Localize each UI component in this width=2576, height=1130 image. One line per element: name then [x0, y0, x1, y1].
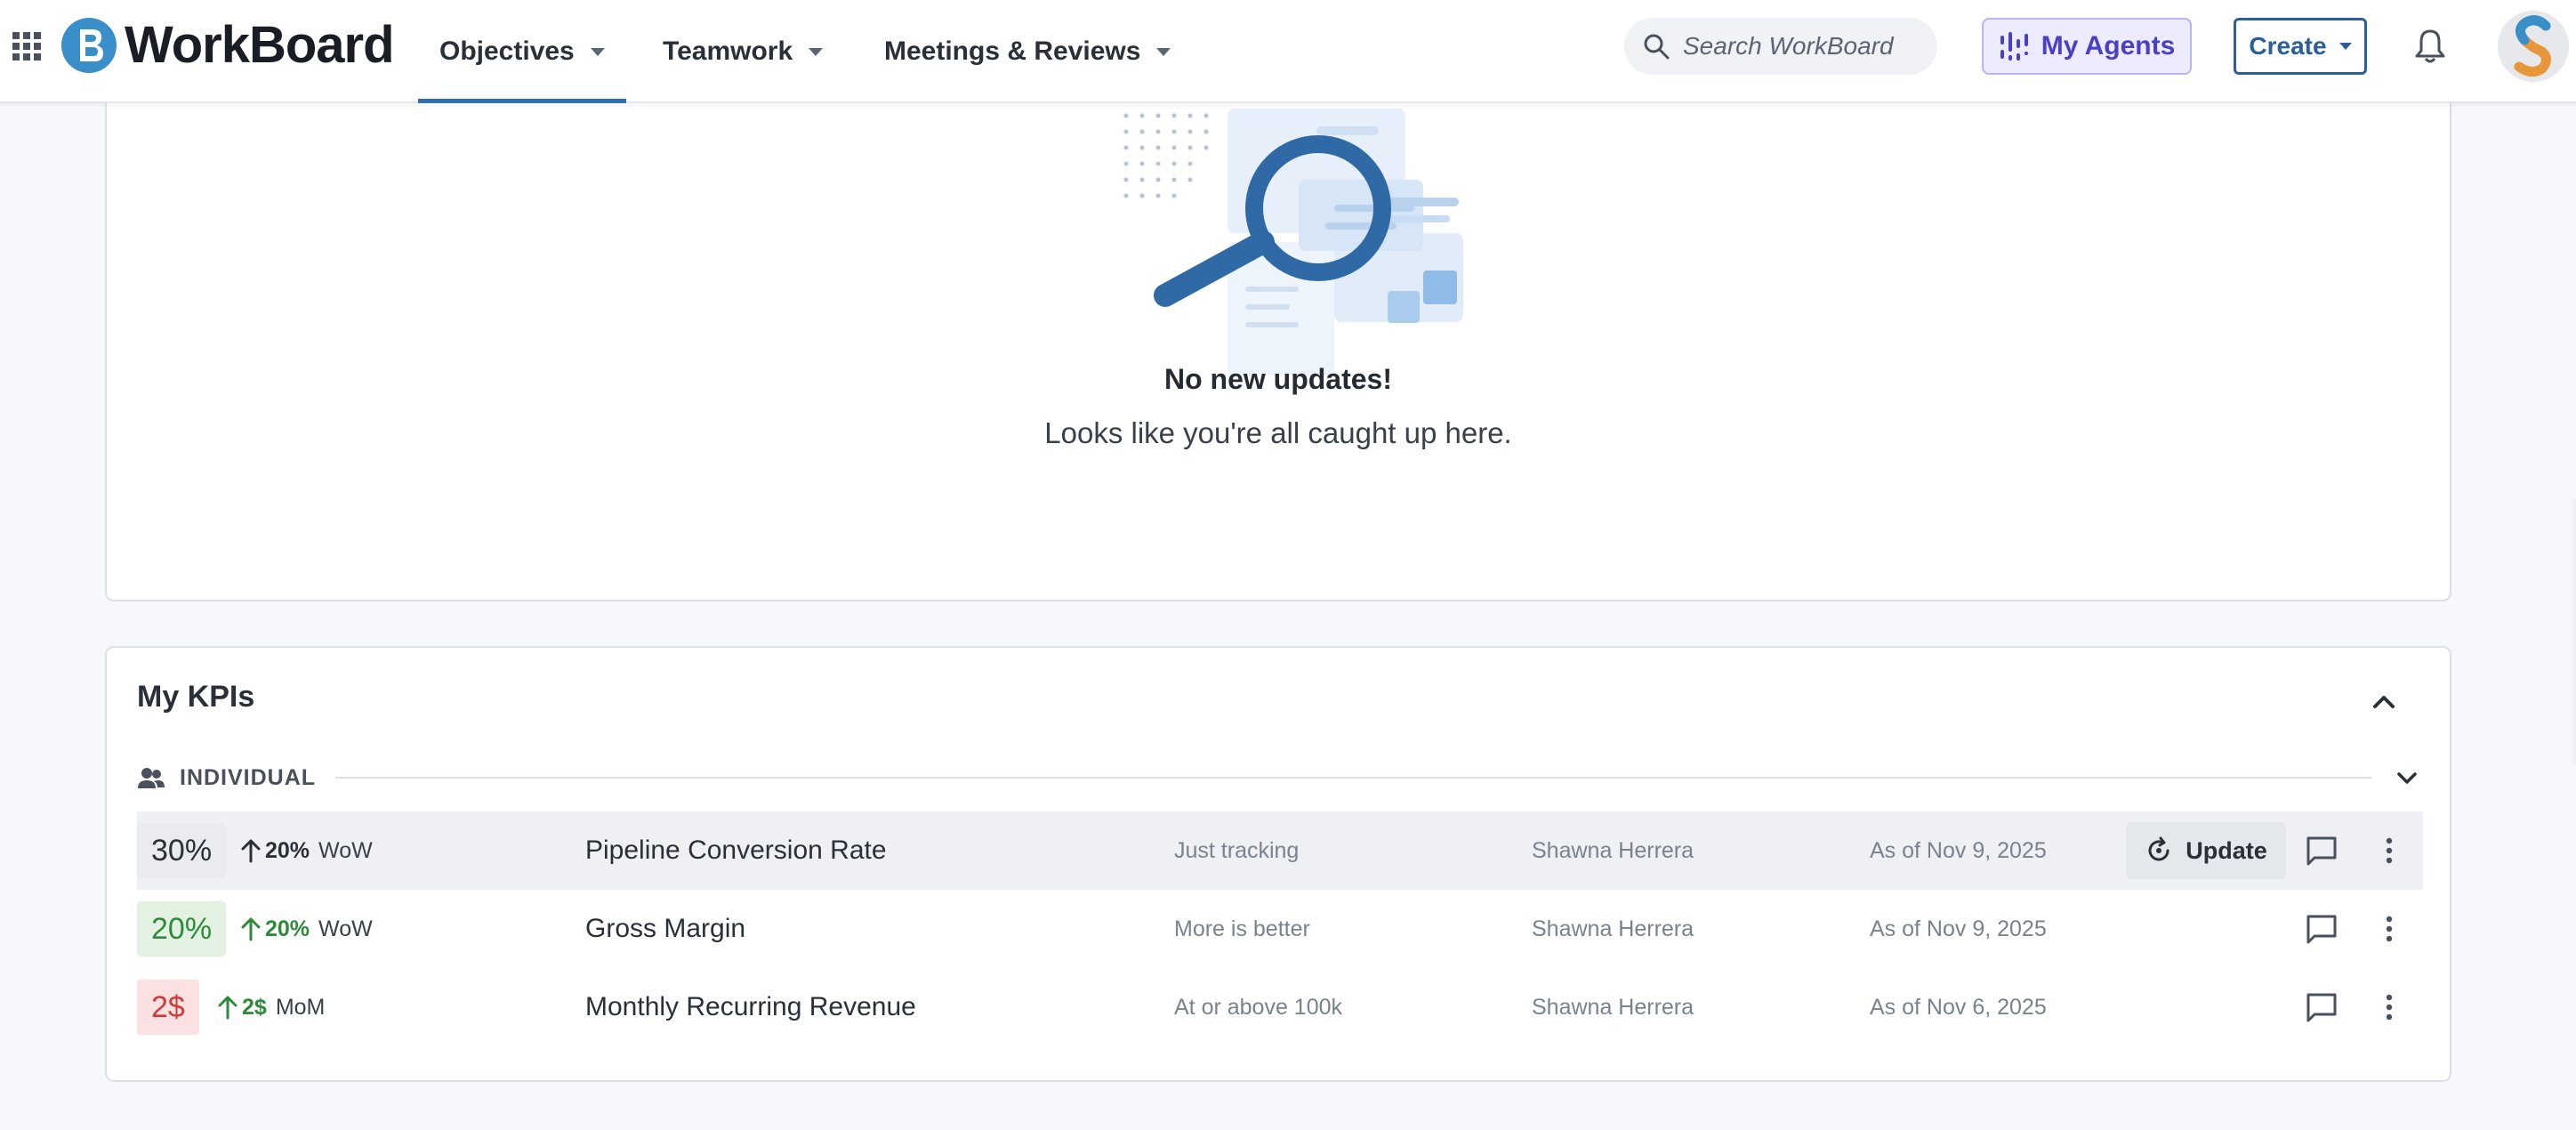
kpi-owner: Shawna Herrera — [1532, 994, 1695, 1020]
kpi-delta: 20% — [265, 837, 310, 863]
kpi-trend: 20% WoW — [240, 890, 373, 968]
kpi-date: As of Nov 6, 2025 — [1870, 994, 2047, 1020]
arrow-up-icon — [218, 996, 237, 1020]
empty-state-title: No new updates! — [1163, 363, 1392, 395]
nav-teamwork[interactable]: Teamwork — [663, 0, 824, 103]
kpi-name[interactable]: Gross Margin — [585, 890, 745, 968]
kpi-period: WoW — [318, 837, 373, 863]
kpi-date: As of Nov 9, 2025 — [1870, 837, 2047, 863]
magnifying-glass-illustration — [1123, 109, 1463, 375]
more-vertical-icon[interactable] — [2371, 989, 2407, 1025]
kpi-delta: 20% — [265, 916, 310, 941]
nav-objectives-label: Objectives — [439, 36, 575, 66]
my-kpis-title: My KPIs — [137, 680, 255, 714]
comment-icon[interactable] — [2304, 833, 2339, 868]
create-button[interactable]: Create — [2234, 18, 2367, 75]
update-label: Update — [2186, 836, 2267, 864]
more-vertical-icon[interactable] — [2371, 911, 2407, 947]
kpi-owner: Shawna Herrera — [1532, 837, 1695, 863]
comment-icon[interactable] — [2304, 989, 2339, 1025]
kpi-row[interactable]: 20% 20% WoW Gross Margin More is better … — [137, 890, 2423, 968]
my-agents-button[interactable]: My Agents — [1982, 18, 2192, 75]
user-avatar[interactable] — [2498, 11, 2569, 82]
agents-icon — [2000, 32, 2028, 61]
kpi-target: At or above 100k — [1174, 994, 1343, 1020]
kpi-trend: 20% WoW — [240, 811, 373, 890]
arrow-up-icon — [241, 917, 261, 941]
kpi-value-badge: 2$ — [137, 980, 199, 1035]
my-kpis-card: My KPIs INDIVIDUAL 30% 20% WoW Pipeline … — [105, 646, 2451, 1082]
kpi-value-badge: 20% — [137, 901, 227, 956]
kpi-value-badge: 30% — [137, 823, 227, 878]
workboard-logo[interactable]: WorkBoard — [60, 16, 395, 75]
kpi-delta: 2$ — [242, 994, 267, 1020]
individual-group-header: INDIVIDUAL — [137, 760, 2423, 795]
nav-teamwork-label: Teamwork — [663, 36, 793, 66]
create-label: Create — [2249, 32, 2327, 60]
chevron-down-icon[interactable] — [2391, 762, 2423, 794]
comment-icon[interactable] — [2304, 911, 2339, 947]
update-button[interactable]: Update — [2126, 822, 2286, 879]
kpi-name[interactable]: Pipeline Conversion Rate — [585, 811, 887, 890]
updates-card: No new updates! Looks like you're all ca… — [105, 53, 2451, 601]
arrow-up-icon — [241, 839, 261, 863]
workboard-logo-icon — [61, 18, 117, 73]
chevron-up-icon[interactable] — [2364, 682, 2403, 721]
people-icon — [138, 768, 165, 788]
kpi-period: MoM — [275, 994, 326, 1020]
nav-meetings-reviews[interactable]: Meetings & Reviews — [884, 0, 1171, 103]
kpi-row[interactable]: 30% 20% WoW Pipeline Conversion Rate Jus… — [137, 811, 2423, 890]
my-agents-label: My Agents — [2041, 31, 2176, 61]
top-navigation-bar: WorkBoard Objectives Teamwork Meetings &… — [0, 0, 2576, 103]
kpi-owner: Shawna Herrera — [1532, 916, 1695, 941]
more-vertical-icon[interactable] — [2371, 833, 2407, 868]
search-input[interactable]: Search WorkBoard — [1624, 18, 1937, 75]
chevron-down-icon — [809, 47, 824, 56]
kpi-name[interactable]: Monthly Recurring Revenue — [585, 968, 916, 1046]
nav-meetings-reviews-label: Meetings & Reviews — [884, 36, 1141, 66]
chevron-down-icon — [590, 47, 605, 56]
avatar-initial-icon — [2514, 15, 2551, 77]
kpi-period: WoW — [318, 916, 373, 941]
notifications-bell-icon[interactable] — [2411, 27, 2450, 66]
divider — [335, 777, 2371, 779]
empty-state-subtitle: Looks like you're all caught up here. — [1044, 416, 1512, 449]
app-grid-icon[interactable] — [11, 30, 43, 62]
chevron-down-icon — [2339, 43, 2352, 50]
search-icon — [1644, 34, 1670, 60]
refresh-icon — [2148, 836, 2169, 861]
kpi-row[interactable]: 2$ 2$ MoM Monthly Recurring Revenue At o… — [137, 968, 2423, 1046]
group-label: INDIVIDUAL — [180, 764, 317, 790]
kpi-target: More is better — [1174, 916, 1310, 941]
chevron-down-icon — [1156, 47, 1171, 56]
workboard-logo-text: WorkBoard — [125, 16, 395, 74]
page-edge-shadow — [2571, 498, 2576, 765]
search-placeholder: Search WorkBoard — [1683, 32, 1894, 60]
kpi-trend: 2$ MoM — [217, 968, 325, 1046]
kpi-date: As of Nov 9, 2025 — [1870, 916, 2047, 941]
kpi-target: Just tracking — [1174, 837, 1300, 863]
nav-objectives[interactable]: Objectives — [418, 0, 626, 103]
